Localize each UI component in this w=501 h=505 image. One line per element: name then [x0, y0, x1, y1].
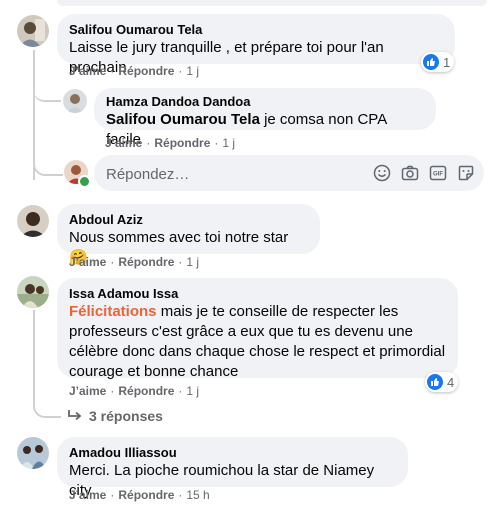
comment-time[interactable]: 1 j — [186, 384, 199, 398]
mention-tag[interactable]: Salifou Oumarou Tela — [106, 111, 260, 128]
reply-connector — [33, 83, 61, 102]
reply-actions: J’aime · Répondre · 1 j — [105, 136, 236, 150]
like-icon — [423, 54, 439, 70]
comment-text: Félicitations mais je te conseille de re… — [69, 302, 446, 382]
composer-connector — [33, 150, 63, 176]
replies-count: 3 réponses — [89, 408, 163, 424]
reply-link[interactable]: Répondre — [118, 488, 174, 502]
comment-author[interactable]: Amadou Illiassou — [69, 445, 396, 461]
thread-line — [33, 310, 35, 406]
comment-bubble: Amadou Illiassou Merci. La pioche roumic… — [57, 437, 408, 499]
avatar[interactable] — [17, 15, 49, 47]
previous-comment-fragment — [0, 0, 501, 6]
comment-actions: J’aime · Répondre · 1 j — [69, 255, 200, 269]
comment-author[interactable]: Salifou Oumarou Tela — [69, 22, 443, 38]
emoji-icon[interactable] — [372, 163, 392, 183]
reply-bubble: Hamza Dandoa Dandoa Salifou Oumarou Tela… — [94, 88, 436, 148]
reply-link[interactable]: Répondre — [118, 384, 174, 398]
reply-author[interactable]: Hamza Dandoa Dandoa — [106, 94, 424, 110]
reply-time[interactable]: 1 j — [222, 136, 235, 150]
highlighted-word: Félicitations — [69, 303, 157, 320]
reaction-number: 4 — [447, 374, 455, 390]
reply-link[interactable]: Répondre — [154, 136, 210, 150]
reaction-count[interactable]: 4 — [425, 372, 459, 392]
comment-bubble: Abdoul Aziz Nous sommes avec toi notre s… — [57, 204, 320, 266]
comment-time[interactable]: 15 h — [186, 488, 209, 502]
reply-link[interactable]: Répondre — [118, 255, 174, 269]
reaction-count[interactable]: 1 — [421, 52, 455, 72]
avatar[interactable] — [17, 205, 49, 237]
avatar[interactable] — [17, 276, 49, 308]
comment-time[interactable]: 1 j — [186, 64, 199, 78]
comment-actions: J’aime · Répondre · 1 j — [69, 64, 200, 78]
reply-arrow-icon — [67, 409, 83, 423]
like-icon — [427, 374, 443, 390]
comment-text-body: Nous sommes avec toi notre star — [69, 229, 289, 246]
sticker-icon[interactable] — [456, 163, 476, 183]
comment-bubble: Issa Adamou Issa Félicitations mais je t… — [57, 278, 458, 380]
reply-input[interactable] — [104, 155, 348, 193]
like-link[interactable]: J’aime — [105, 136, 142, 150]
reaction-number: 1 — [443, 54, 451, 70]
svg-text:GIF: GIF — [433, 172, 443, 178]
reply-link[interactable]: Répondre — [118, 64, 174, 78]
comment-bubble: Salifou Oumarou Tela Laisse le jury tran… — [57, 14, 455, 76]
avatar[interactable] — [17, 437, 49, 469]
like-link[interactable]: J’aime — [69, 384, 106, 398]
like-link[interactable]: J’aime — [69, 64, 106, 78]
gif-icon[interactable]: GIF — [428, 163, 448, 183]
camera-icon[interactable] — [400, 163, 420, 183]
comment-author[interactable]: Issa Adamou Issa — [69, 286, 446, 302]
like-link[interactable]: J’aime — [69, 255, 106, 269]
reply-composer: GIF — [94, 155, 484, 193]
like-link[interactable]: J’aime — [69, 488, 106, 502]
online-status-dot — [78, 175, 91, 188]
avatar[interactable] — [63, 89, 87, 113]
replies-connector — [33, 400, 61, 418]
comment-actions: J’aime · Répondre · 15 h — [69, 488, 210, 502]
view-replies-link[interactable]: 3 réponses — [67, 408, 163, 424]
comment-actions: J’aime · Répondre · 1 j — [69, 384, 200, 398]
comment-time[interactable]: 1 j — [186, 255, 199, 269]
comment-author[interactable]: Abdoul Aziz — [69, 212, 308, 228]
